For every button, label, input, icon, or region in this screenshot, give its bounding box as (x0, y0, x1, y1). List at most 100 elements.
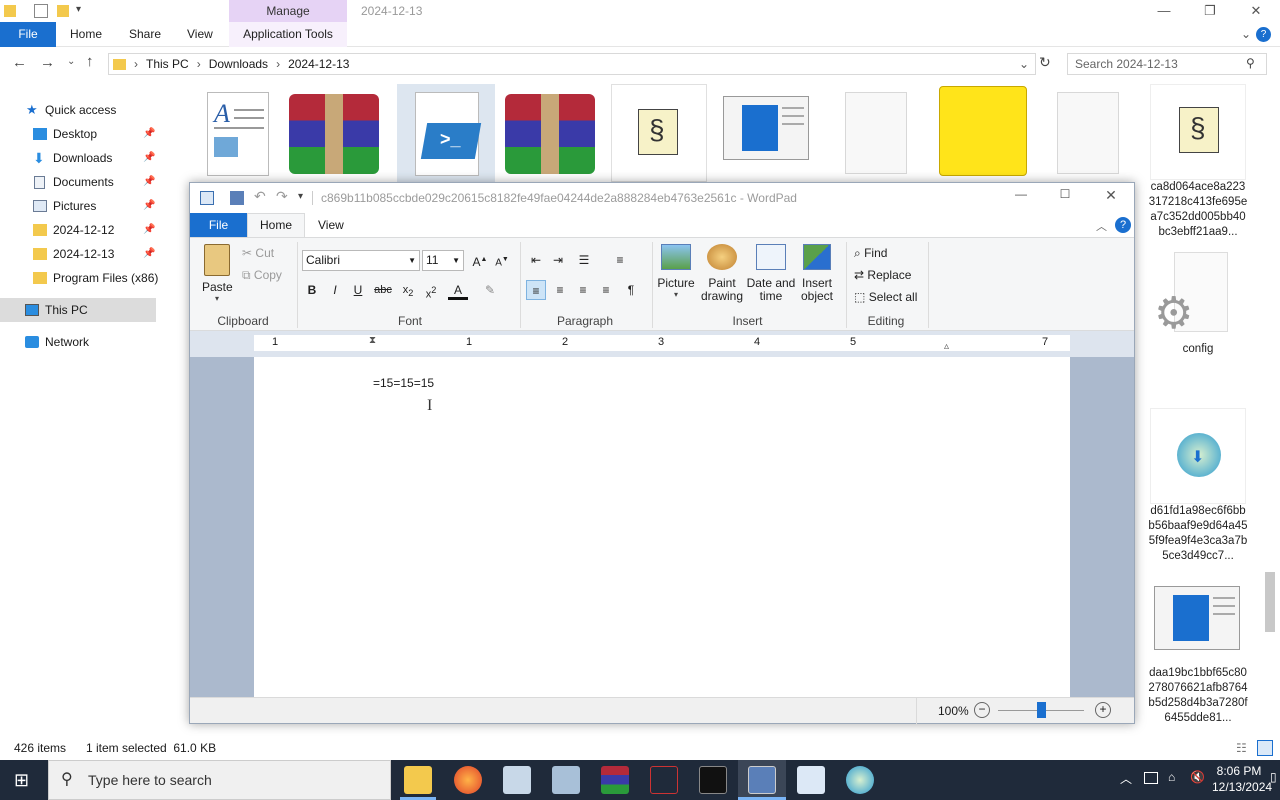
windows-start-icon[interactable]: ⊞ (14, 770, 29, 791)
address-dropdown-icon[interactable]: ⌄ (1019, 57, 1029, 71)
undo-icon[interactable]: ↶ (254, 188, 266, 205)
clock[interactable]: 8:06 PM 12/13/2024 (1212, 763, 1272, 795)
breadcrumb-folder[interactable]: 2024-12-13 (288, 57, 349, 71)
minimize-icon[interactable]: — (1141, 0, 1187, 22)
bullets-icon[interactable]: ☰ (574, 250, 594, 270)
redo-icon[interactable]: ↷ (276, 188, 288, 205)
file-tile-powershell[interactable]: >_ (397, 84, 495, 182)
line-spacing-icon[interactable]: ≡ (610, 250, 630, 270)
insert-object-button[interactable]: Insert object (796, 244, 838, 303)
cut-button[interactable]: ✂ Cut (242, 246, 274, 260)
bold-icon[interactable]: B (302, 280, 322, 300)
highlight-icon[interactable]: ✎ (480, 280, 500, 300)
help-icon[interactable]: ? (1115, 217, 1131, 233)
italic-icon[interactable]: I (325, 280, 345, 300)
copy-button[interactable]: ⧉ Copy (242, 268, 282, 283)
app-taskbar-icon[interactable] (503, 766, 531, 794)
paint-drawing-button[interactable]: Paint drawing (698, 244, 746, 303)
pin-icon[interactable]: 📌 (143, 122, 155, 146)
nav-program-files[interactable]: Program Files (x86) (0, 266, 158, 290)
insert-picture-button[interactable]: Picture ▾ (656, 244, 696, 299)
increase-indent-icon[interactable]: ⇥ (548, 250, 568, 270)
file-tile-image[interactable] (1154, 586, 1240, 650)
nav-folder-2024-12-13[interactable]: 2024-12-13 📌 (0, 242, 156, 266)
details-view-icon[interactable]: ☷ (1236, 736, 1247, 760)
collapse-ribbon-icon[interactable]: ︿ (1096, 218, 1107, 234)
file-tile-image[interactable] (723, 96, 809, 160)
app-taskbar-icon[interactable] (552, 766, 580, 794)
file-explorer-taskbar-icon[interactable] (404, 766, 432, 794)
file-tile-script[interactable]: § (611, 84, 707, 182)
zoom-out-icon[interactable]: − (974, 702, 990, 718)
tab-home[interactable]: Home (70, 22, 102, 47)
zoom-in-icon[interactable]: + (1095, 702, 1111, 718)
align-left-icon[interactable]: ≡ (526, 280, 546, 300)
file-tile-document[interactable]: A (193, 88, 289, 184)
nav-this-pc[interactable]: This PC (0, 298, 156, 322)
terminal-taskbar-icon[interactable] (699, 766, 727, 794)
back-icon[interactable]: ← (12, 54, 27, 71)
tab-view[interactable]: View (318, 213, 344, 237)
file-tile-installer[interactable]: ⬇ (1150, 408, 1246, 504)
superscript-icon[interactable]: x2 (421, 280, 441, 301)
file-tile-blank[interactable] (841, 90, 937, 186)
justify-icon[interactable]: ≡ (596, 280, 616, 300)
strikethrough-icon[interactable]: abc (373, 280, 393, 300)
font-family-select[interactable]: Calibri ▼ (302, 250, 420, 271)
pin-icon[interactable]: 📌 (143, 170, 155, 194)
properties-icon[interactable] (34, 4, 48, 18)
tab-file[interactable]: File (0, 22, 56, 47)
ruler[interactable]: 1 1 2 3 4 5 7 ⧗ ▵ (254, 335, 1070, 352)
file-tile-archive[interactable] (503, 88, 599, 184)
refresh-icon[interactable]: ↻ (1039, 54, 1051, 71)
nav-pictures[interactable]: Pictures 📌 (0, 194, 156, 218)
recent-dropdown-icon[interactable]: ⌄ (67, 56, 75, 67)
nav-desktop[interactable]: Desktop 📌 (0, 122, 156, 146)
pin-icon[interactable]: 📌 (143, 194, 155, 218)
breadcrumb-this-pc[interactable]: This PC (146, 57, 189, 71)
paste-button[interactable]: Paste ▾ (202, 244, 233, 303)
winrar-taskbar-icon[interactable] (601, 766, 629, 794)
nav-quick-access[interactable]: ★ Quick access (0, 98, 156, 122)
replace-button[interactable]: ⇄ Replace (854, 268, 911, 282)
maximize-icon[interactable]: ☐ (1042, 187, 1088, 209)
help-icon[interactable]: ? (1256, 27, 1271, 42)
document-page[interactable] (254, 357, 1070, 697)
app-taskbar-icon[interactable] (650, 766, 678, 794)
align-right-icon[interactable]: ≡ (573, 280, 593, 300)
date-time-button[interactable]: Date and time (746, 244, 796, 303)
select-all-button[interactable]: ⬚ Select all (854, 290, 917, 304)
tab-share[interactable]: Share (129, 22, 161, 47)
indent-marker-icon[interactable]: ⧗ (369, 335, 376, 346)
search-input[interactable]: Search 2024-12-13 (1067, 53, 1267, 75)
minimize-icon[interactable]: — (998, 187, 1044, 209)
search-icon[interactable]: ⚲ (1246, 56, 1255, 70)
font-size-select[interactable]: 11 ▼ (422, 250, 464, 271)
right-indent-marker-icon[interactable]: ▵ (944, 341, 949, 352)
taskbar-search[interactable]: ⚲ Type here to search (48, 760, 391, 800)
scrollbar-thumb[interactable] (1265, 572, 1275, 632)
zoom-slider-thumb[interactable] (1037, 702, 1046, 718)
file-tile-script[interactable]: § (1150, 84, 1246, 180)
app-taskbar-icon[interactable] (846, 766, 874, 794)
show-hidden-icons-icon[interactable]: ︿ (1120, 770, 1132, 787)
notification-icon[interactable]: ▯ (1270, 770, 1277, 784)
nav-folder-2024-12-12[interactable]: 2024-12-12 📌 (0, 218, 156, 242)
volume-mute-icon[interactable]: 🔇 (1190, 770, 1205, 784)
decrease-indent-icon[interactable]: ⇤ (526, 250, 546, 270)
pin-icon[interactable]: 📌 (143, 146, 155, 170)
app-taskbar-icon[interactable] (797, 766, 825, 794)
ribbon-expand-icon[interactable]: ⌄ (1241, 22, 1251, 47)
large-icons-view-icon[interactable] (1257, 740, 1273, 756)
nav-documents[interactable]: Documents 📌 (0, 170, 156, 194)
subscript-icon[interactable]: x2 (398, 280, 418, 300)
nav-network[interactable]: Network (0, 330, 156, 354)
document-text[interactable]: =15=15=15 (373, 376, 434, 390)
align-center-icon[interactable]: ≡ (550, 280, 570, 300)
firefox-taskbar-icon[interactable] (454, 766, 482, 794)
forward-icon[interactable]: → (40, 54, 55, 71)
shrink-font-icon[interactable]: A▼ (492, 250, 512, 270)
paragraph-settings-icon[interactable]: ¶ (621, 280, 641, 300)
file-tile-archive[interactable] (287, 88, 383, 184)
pin-icon[interactable]: 📌 (143, 242, 155, 266)
